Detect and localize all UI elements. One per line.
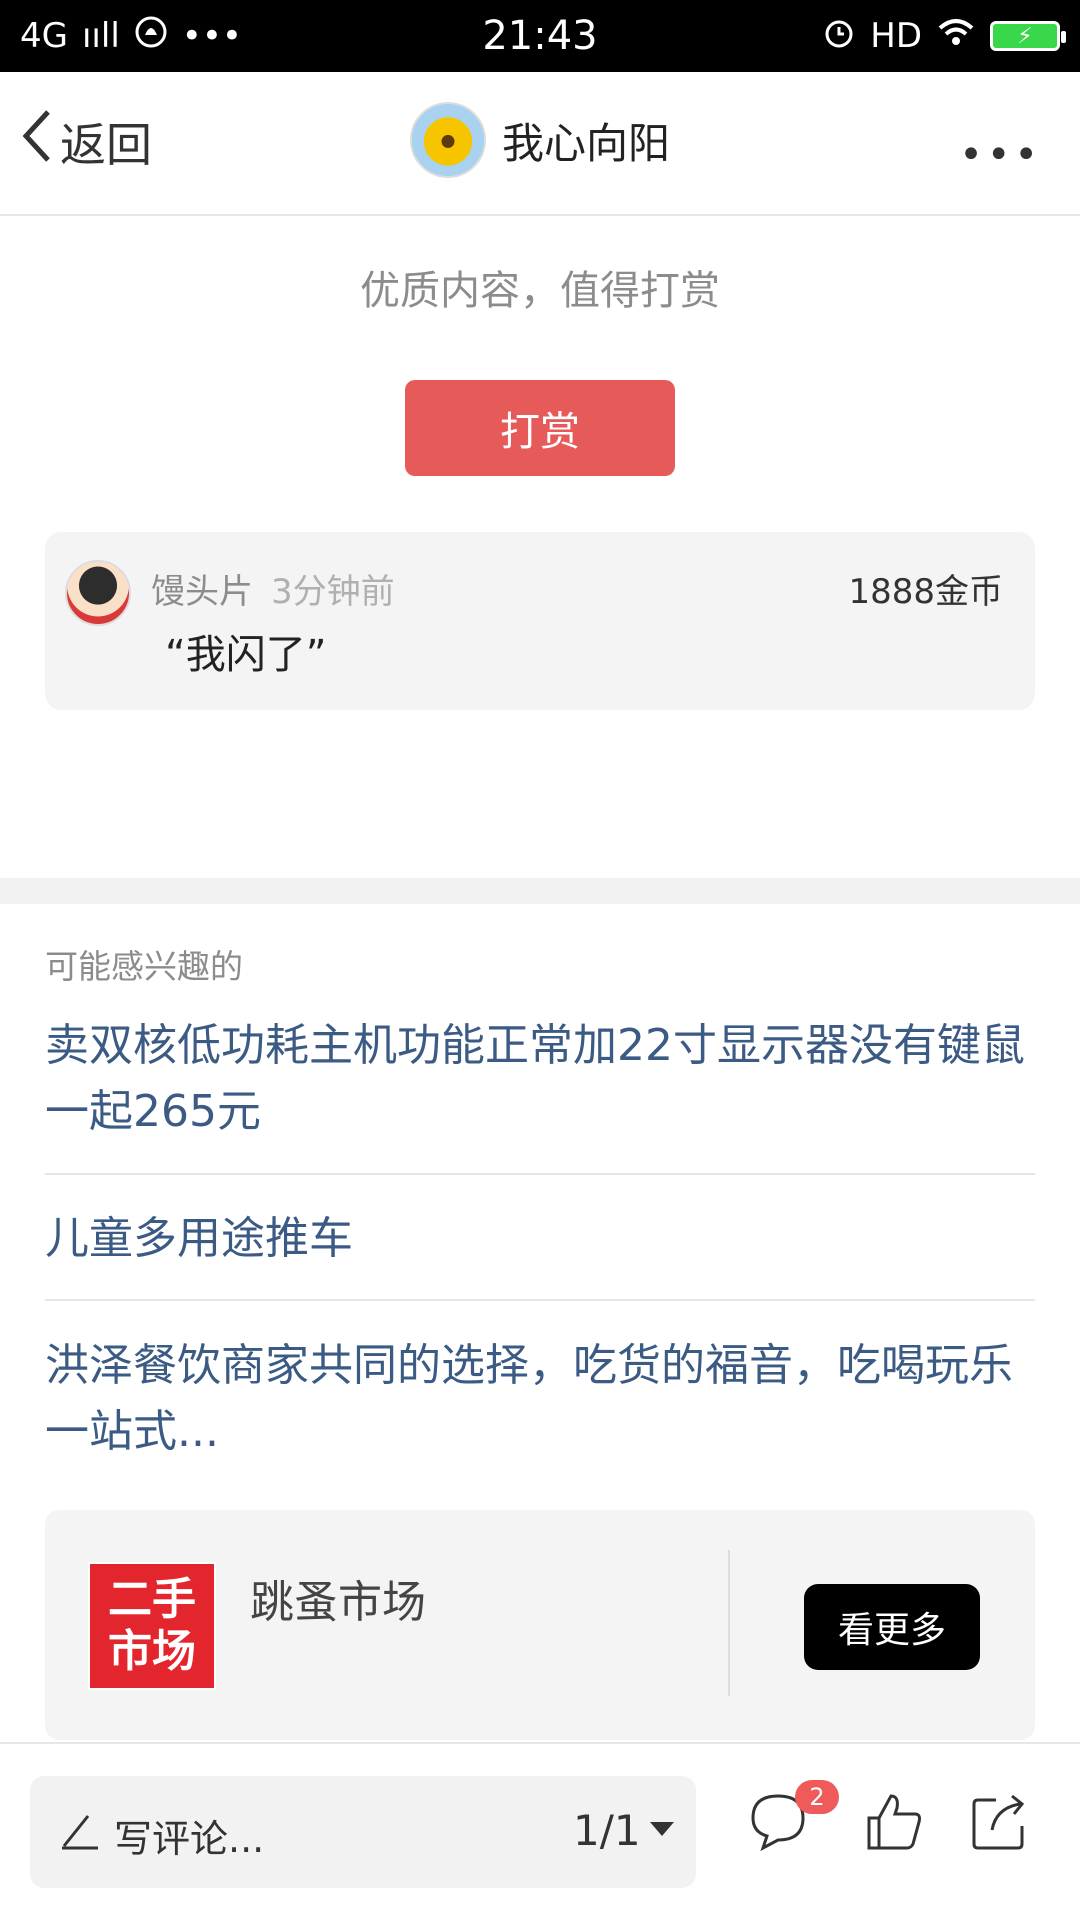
battery-icon: ⚡	[990, 21, 1066, 51]
hd-indicator: HD	[870, 16, 922, 56]
avatar[interactable]	[65, 560, 131, 626]
pencil-icon	[58, 1808, 102, 1852]
divider	[45, 1173, 1035, 1175]
interest-section-title: 可能感兴趣的	[45, 947, 243, 986]
wifi-icon	[936, 16, 976, 57]
reward-user-name[interactable]: 馒头片	[151, 564, 253, 613]
signal-icon: ııll	[81, 16, 120, 56]
market-logo: 二手 市场	[88, 1562, 216, 1690]
list-item[interactable]: 儿童多用途推车	[45, 1206, 1035, 1272]
reward-message: “我闪了”	[165, 632, 327, 678]
comment-placeholder: 写评论...	[114, 1817, 265, 1861]
list-item[interactable]: 洪泽餐饮商家共同的选择，吃货的福音，吃喝玩乐一站式...	[45, 1333, 1035, 1465]
page-indicator[interactable]: 1/1	[573, 1806, 641, 1855]
see-more-button[interactable]: 看更多	[804, 1584, 980, 1670]
reward-time: 3分钟前	[271, 572, 395, 612]
status-right: HD ⚡	[822, 15, 1066, 58]
notification-bell-icon	[134, 15, 168, 58]
network-type: 4G	[20, 16, 68, 56]
like-icon[interactable]	[861, 1788, 927, 1854]
share-icon[interactable]	[966, 1788, 1032, 1854]
section-divider	[0, 878, 1080, 904]
market-card[interactable]: 二手 市场 跳蚤市场 看更多	[45, 1510, 1035, 1740]
divider	[728, 1550, 730, 1696]
nav-bar: 返回 我心向阳 •••	[0, 72, 1080, 216]
more-icon[interactable]: •••	[959, 132, 1042, 178]
reward-record-card: 馒头片 3分钟前 1888金币 “我闪了”	[45, 532, 1035, 710]
divider	[45, 1299, 1035, 1301]
comment-input[interactable]: 写评论... 1/1	[30, 1776, 696, 1888]
market-logo-line2: 市场	[108, 1626, 196, 1677]
status-bar: 4G ııll ••• 21:43 HD ⚡	[0, 0, 1080, 72]
list-item[interactable]: 卖双核低功耗主机功能正常加22寸显示器没有键鼠一起265元	[45, 1013, 1035, 1145]
bottom-bar: 写评论... 1/1 2	[0, 1742, 1080, 1920]
back-button[interactable]: 返回	[20, 108, 152, 175]
alarm-icon	[822, 15, 856, 58]
reward-amount: 1888金币	[848, 572, 1003, 612]
author-avatar[interactable]	[410, 102, 486, 178]
more-notifications-icon: •••	[181, 16, 242, 56]
chevron-left-icon	[20, 108, 54, 175]
chevron-down-icon[interactable]	[650, 1822, 674, 1836]
market-logo-line1: 二手	[108, 1574, 196, 1625]
reward-button[interactable]: 打赏	[405, 380, 675, 476]
author-header[interactable]: 我心向阳	[410, 102, 670, 178]
reward-hint: 优质内容，值得打赏	[360, 268, 720, 314]
author-name[interactable]: 我心向阳	[502, 110, 670, 171]
market-name[interactable]: 跳蚤市场	[250, 1566, 426, 1630]
status-left: 4G ııll •••	[20, 15, 242, 58]
back-label: 返回	[60, 117, 152, 172]
comment-count-badge: 2	[795, 1780, 839, 1814]
